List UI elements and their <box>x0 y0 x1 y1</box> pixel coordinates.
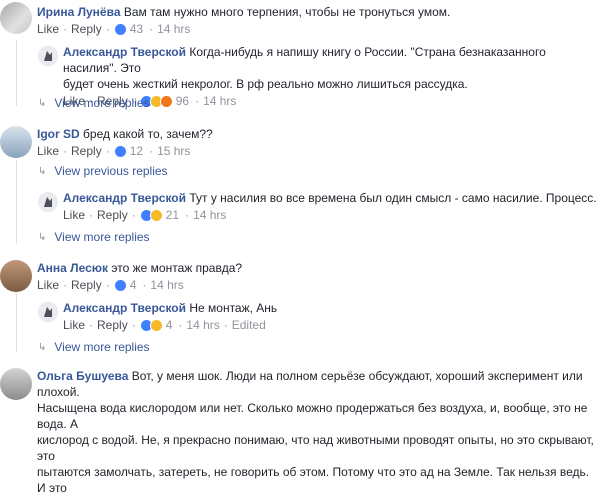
like-reaction-icon <box>113 22 127 36</box>
thread-line <box>16 160 17 244</box>
comment-time[interactable]: 15 hrs <box>157 143 190 159</box>
comment-author[interactable]: Александр Тверской <box>63 191 186 205</box>
comment-actions: Like · Reply · 21 · 14 hrs <box>63 207 227 223</box>
reply-link[interactable]: Reply <box>71 143 102 159</box>
comment-time[interactable]: 14 hrs <box>203 93 236 109</box>
comment-actions: Like · Reply · 12 · 15 hrs <box>37 143 191 159</box>
reaction-icons[interactable] <box>113 22 127 36</box>
comment-text-continued: Насыщена вода кислородом или нет. Скольк… <box>37 401 588 431</box>
reaction-icons[interactable] <box>139 208 163 222</box>
reaction-count[interactable]: 12 <box>130 143 143 159</box>
avatar[interactable] <box>0 2 32 34</box>
sad-reaction-icon <box>149 318 163 332</box>
like-link[interactable]: Like <box>63 317 85 333</box>
avatar[interactable] <box>0 126 32 158</box>
like-link[interactable]: Like <box>37 21 59 37</box>
comment-text: Не монтаж, Ань <box>189 301 278 315</box>
like-reaction-icon <box>113 144 127 158</box>
comment-author[interactable]: Igor SD <box>37 127 80 141</box>
edited-label[interactable]: Edited <box>232 317 266 333</box>
comment: Анна Лесюк это же монтаж правда? Like · R… <box>0 260 242 293</box>
comment-actions: Like · Reply · 4 · 14 hrs · Edited <box>63 317 266 333</box>
comment: Igor SD бред какой то, зачем?? Like · Rep… <box>0 126 213 159</box>
comment-time[interactable]: 14 hrs <box>186 317 219 333</box>
comment: Ольга Бушуева Вот, у меня шок. Люди на п… <box>0 368 600 496</box>
comment-author[interactable]: Александр Тверской <box>63 45 186 59</box>
reaction-count[interactable]: 4 <box>166 317 173 333</box>
reply-arrow-icon: ↳ <box>38 165 47 177</box>
wow-reaction-icon <box>149 208 163 222</box>
view-previous-label[interactable]: View previous replies <box>54 164 167 178</box>
comment-time[interactable]: 14 hrs <box>157 21 190 37</box>
avatar[interactable] <box>0 260 32 292</box>
reply-link[interactable]: Reply <box>71 21 102 37</box>
reaction-count[interactable]: 21 <box>166 207 179 223</box>
reaction-icons[interactable] <box>113 144 127 158</box>
view-more-label[interactable]: View more replies <box>54 96 149 110</box>
thread-line <box>16 294 17 352</box>
view-more-replies[interactable]: ↳ View more replies <box>38 96 150 110</box>
avatar[interactable] <box>38 46 58 66</box>
comment-text: это же монтаж правда? <box>111 261 243 275</box>
reply-arrow-icon: ↳ <box>38 341 47 353</box>
comment-actions: Like · Reply · 43 · 14 hrs <box>37 21 191 37</box>
reaction-count[interactable]: 96 <box>176 93 189 109</box>
view-more-label[interactable]: View more replies <box>54 230 149 244</box>
comment-actions: Like · Reply · 4 · 14 hrs <box>37 277 184 293</box>
reply-comment: Александр Тверской Не монтаж, Ань Like · … <box>38 300 277 333</box>
comment-time[interactable]: 14 hrs <box>193 207 226 223</box>
like-reaction-icon <box>113 278 127 292</box>
comment-author[interactable]: Анна Лесюк <box>37 261 108 275</box>
comment-text: бред какой то, зачем?? <box>83 127 213 141</box>
reply-link[interactable]: Reply <box>97 317 128 333</box>
view-more-label[interactable]: View more replies <box>54 340 149 354</box>
wolf-avatar-icon <box>38 302 58 322</box>
reply-arrow-icon: ↳ <box>38 231 47 243</box>
comment-author[interactable]: Александр Тверской <box>63 301 186 315</box>
avatar[interactable] <box>38 302 58 322</box>
reaction-icons[interactable] <box>139 318 163 332</box>
reaction-icons[interactable] <box>113 278 127 292</box>
comment-text: Вам там нужно много терпения, чтобы не т… <box>123 5 451 19</box>
comment-author[interactable]: Ирина Лунёва <box>37 5 121 19</box>
view-more-replies[interactable]: ↳ View more replies <box>38 340 150 354</box>
wolf-avatar-icon <box>38 46 58 66</box>
reply-link[interactable]: Reply <box>97 207 128 223</box>
comment-text-continued: кислород с водой. Не, я прекрасно понима… <box>37 433 594 463</box>
reply-comment: Александр Тверской Тут у насилия во все … <box>38 190 597 223</box>
like-link[interactable]: Like <box>37 143 59 159</box>
comment-author[interactable]: Ольга Бушуева <box>37 369 128 383</box>
comment: Ирина Лунёва Вам там нужно много терпени… <box>0 2 451 37</box>
like-link[interactable]: Like <box>63 207 85 223</box>
view-more-replies[interactable]: ↳ View more replies <box>38 230 150 244</box>
like-link[interactable]: Like <box>37 277 59 293</box>
avatar[interactable] <box>0 368 32 400</box>
view-previous-replies[interactable]: ↳ View previous replies <box>38 164 168 178</box>
comment-text-continued: пытаются замолчать, затереть, не говорит… <box>37 465 590 495</box>
reply-arrow-icon: ↳ <box>38 97 47 109</box>
reaction-count[interactable]: 43 <box>130 21 143 37</box>
reply-link[interactable]: Reply <box>71 277 102 293</box>
comment-text-continued: будет очень жесткий некролог. В рф реаль… <box>63 77 468 91</box>
comment-time[interactable]: 14 hrs <box>150 277 183 293</box>
avatar[interactable] <box>38 192 58 212</box>
comment-text: Тут у насилия во все времена был один см… <box>189 191 597 205</box>
reaction-count[interactable]: 4 <box>130 277 137 293</box>
wolf-avatar-icon <box>38 192 58 212</box>
thread-line <box>16 40 17 106</box>
angry-reaction-icon <box>159 94 173 108</box>
